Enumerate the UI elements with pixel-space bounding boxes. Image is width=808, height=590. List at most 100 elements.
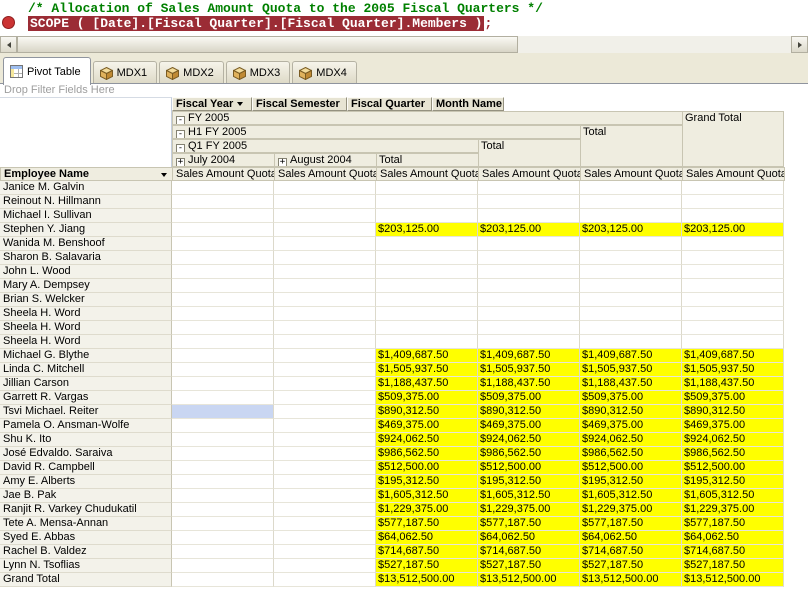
value-cell[interactable]: $195,312.50 [580, 475, 682, 489]
value-cell[interactable] [376, 209, 478, 223]
value-cell[interactable] [172, 195, 274, 209]
value-cell[interactable] [274, 489, 376, 503]
value-cell[interactable]: $714,687.50 [580, 545, 682, 559]
value-cell[interactable] [274, 419, 376, 433]
value-cell[interactable] [682, 279, 784, 293]
value-cell[interactable] [376, 279, 478, 293]
value-cell[interactable] [274, 209, 376, 223]
value-cell[interactable] [274, 559, 376, 573]
value-cell[interactable] [376, 181, 478, 195]
value-cell[interactable] [682, 251, 784, 265]
value-cell[interactable]: $527,187.50 [580, 559, 682, 573]
value-cell[interactable] [478, 181, 580, 195]
value-cell[interactable] [172, 349, 274, 363]
value-cell[interactable]: $469,375.00 [376, 419, 478, 433]
value-cell[interactable] [682, 237, 784, 251]
value-cell[interactable]: $577,187.50 [376, 517, 478, 531]
collapse-icon[interactable]: - [176, 116, 185, 125]
value-cell[interactable] [580, 195, 682, 209]
value-cell[interactable] [274, 377, 376, 391]
value-cell[interactable]: $1,409,687.50 [580, 349, 682, 363]
row-header-cell[interactable]: Shu K. Ito [0, 433, 172, 447]
value-cell[interactable]: $1,188,437.50 [478, 377, 580, 391]
value-cell[interactable] [274, 461, 376, 475]
value-cell[interactable] [274, 321, 376, 335]
value-cell[interactable]: $1,505,937.50 [580, 363, 682, 377]
value-cell[interactable] [274, 405, 376, 419]
measure-header[interactable]: Sales Amount Quota [376, 167, 479, 181]
header-august-2004[interactable]: +August 2004 [274, 153, 377, 167]
header-grand-total[interactable]: Grand Total [682, 111, 784, 167]
value-cell[interactable] [682, 195, 784, 209]
value-cell[interactable]: $924,062.50 [580, 433, 682, 447]
value-cell[interactable] [274, 573, 376, 587]
collapse-icon[interactable]: - [176, 130, 185, 139]
value-cell[interactable] [274, 545, 376, 559]
value-cell[interactable]: $203,125.00 [376, 223, 478, 237]
measure-header[interactable]: Sales Amount Quota [172, 167, 275, 181]
value-cell[interactable] [274, 335, 376, 349]
code-scope-line[interactable]: SCOPE ( [Date].[Fiscal Quarter].[Fiscal … [28, 16, 492, 31]
value-cell[interactable] [172, 559, 274, 573]
value-cell[interactable]: $195,312.50 [376, 475, 478, 489]
header-q1-fy2005[interactable]: -Q1 FY 2005 [172, 139, 479, 153]
value-cell[interactable] [580, 251, 682, 265]
value-cell[interactable] [478, 307, 580, 321]
value-cell[interactable]: $203,125.00 [580, 223, 682, 237]
row-header-cell[interactable]: David R. Campbell [0, 461, 172, 475]
row-header-cell[interactable]: Sheela H. Word [0, 307, 172, 321]
header-fy2005[interactable]: -FY 2005 [172, 111, 683, 125]
code-comment-line[interactable]: /* Allocation of Sales Amount Quota to t… [28, 1, 543, 16]
value-cell[interactable]: $577,187.50 [478, 517, 580, 531]
value-cell[interactable]: $469,375.00 [580, 419, 682, 433]
value-cell[interactable]: $13,512,500.00 [478, 573, 580, 587]
value-cell[interactable] [172, 447, 274, 461]
header-fy-total[interactable]: Total [580, 125, 683, 167]
value-cell[interactable] [682, 265, 784, 279]
value-cell[interactable] [172, 419, 274, 433]
value-cell[interactable]: $890,312.50 [478, 405, 580, 419]
value-cell[interactable]: $986,562.50 [682, 447, 784, 461]
value-cell[interactable]: $577,187.50 [580, 517, 682, 531]
value-cell[interactable] [682, 321, 784, 335]
value-cell[interactable]: $1,605,312.50 [376, 489, 478, 503]
value-cell[interactable] [580, 237, 682, 251]
value-cell[interactable]: $1,188,437.50 [682, 377, 784, 391]
row-header-cell[interactable]: Pamela O. Ansman-Wolfe [0, 419, 172, 433]
header-h1-fy2005[interactable]: -H1 FY 2005 [172, 125, 581, 139]
value-cell[interactable]: $512,500.00 [376, 461, 478, 475]
value-cell[interactable] [478, 321, 580, 335]
value-cell[interactable] [274, 363, 376, 377]
row-header-cell[interactable]: Grand Total [0, 573, 172, 587]
value-cell[interactable] [172, 517, 274, 531]
row-header-cell[interactable]: Wanida M. Benshoof [0, 237, 172, 251]
value-cell[interactable] [580, 181, 682, 195]
row-header-cell[interactable]: Jae B. Pak [0, 489, 172, 503]
row-header-cell[interactable]: José Edvaldo. Saraiva [0, 447, 172, 461]
value-cell[interactable] [376, 293, 478, 307]
value-cell[interactable] [172, 251, 274, 265]
value-cell[interactable] [376, 251, 478, 265]
value-cell[interactable] [172, 181, 274, 195]
value-cell[interactable] [376, 265, 478, 279]
column-field-fiscal-semester[interactable]: Fiscal Semester [252, 97, 347, 111]
value-cell[interactable] [274, 307, 376, 321]
row-header-cell[interactable]: Sheela H. Word [0, 321, 172, 335]
tab-mdx4[interactable]: MDX4 [292, 61, 357, 84]
scroll-left-button[interactable] [0, 36, 17, 53]
value-cell[interactable] [376, 335, 478, 349]
value-cell[interactable] [172, 335, 274, 349]
value-cell[interactable] [478, 251, 580, 265]
row-header-cell[interactable]: Linda C. Mitchell [0, 363, 172, 377]
row-header-cell[interactable]: Michael I. Sullivan [0, 209, 172, 223]
value-cell[interactable] [682, 293, 784, 307]
scroll-right-button[interactable] [791, 36, 808, 53]
value-cell[interactable] [682, 181, 784, 195]
row-header-cell[interactable]: Janice M. Galvin [0, 181, 172, 195]
tab-mdx3[interactable]: MDX3 [226, 61, 291, 84]
value-cell[interactable] [274, 293, 376, 307]
value-cell[interactable]: $714,687.50 [682, 545, 784, 559]
value-cell[interactable] [580, 265, 682, 279]
column-field-fiscal-year[interactable]: Fiscal Year [172, 97, 252, 111]
value-cell[interactable] [172, 573, 274, 587]
